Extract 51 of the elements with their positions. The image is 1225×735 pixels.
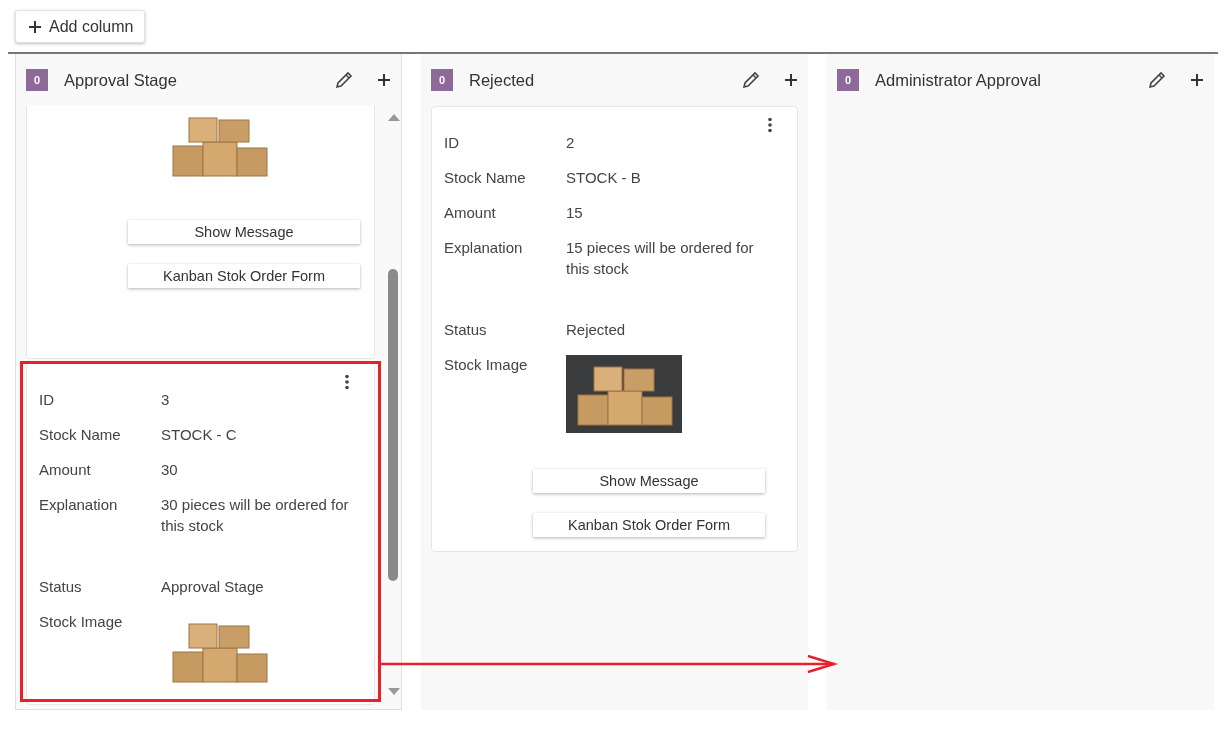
field-label: Explanation [39, 495, 119, 515]
card-action-button[interactable]: Show Message [128, 220, 360, 244]
field-value: Approval Stage [161, 577, 265, 597]
field-label: Stock Name [444, 168, 527, 188]
field-label: Stock Image [444, 355, 529, 375]
field-value: 30 pieces will be ordered for this stock [161, 495, 350, 536]
edit-column-button[interactable] [1148, 71, 1166, 89]
field-label: Amount [444, 203, 497, 223]
plus-icon [28, 19, 42, 34]
plus-icon [784, 73, 798, 87]
field-value: 15 [566, 203, 584, 223]
field-value: Rejected [566, 320, 627, 340]
field-label: Explanation [444, 238, 524, 258]
field-label: Stock Image [39, 612, 124, 632]
pencil-icon [335, 71, 353, 89]
pencil-icon [742, 71, 760, 89]
kebab-menu-icon [344, 374, 350, 390]
field-label: ID [39, 390, 55, 410]
add-card-button[interactable] [784, 73, 798, 87]
card-action-button[interactable]: Kanban Stok Order Form [128, 264, 360, 288]
field-value: STOCK - C [161, 425, 238, 445]
edit-column-button[interactable] [742, 71, 760, 89]
plus-icon [1190, 73, 1204, 87]
card-action-button[interactable]: Show Message [533, 469, 765, 493]
pencil-icon [1148, 71, 1166, 89]
count-badge: 0 [431, 69, 453, 91]
field-value: 30 [161, 460, 179, 480]
card-action-button[interactable]: Kanban Stok Order Form [533, 513, 765, 537]
field-value: 3 [161, 390, 171, 410]
field-value: 2 [566, 133, 576, 153]
plus-icon [377, 73, 391, 87]
add-column-button[interactable]: Add column [15, 10, 145, 43]
add-card-button[interactable] [1190, 73, 1204, 87]
field-label: Status [39, 577, 83, 597]
scroll-up-icon[interactable] [388, 114, 400, 121]
field-value: STOCK - B [566, 168, 642, 188]
field-label: Amount [39, 460, 92, 480]
scroll-down-icon[interactable] [388, 688, 400, 695]
column-title: Rejected [469, 70, 536, 90]
field-label: Status [444, 320, 488, 340]
add-card-button[interactable] [377, 73, 391, 87]
column-title: Approval Stage [64, 70, 178, 90]
edit-column-button[interactable] [335, 71, 353, 89]
column-title: Administrator Approval [875, 70, 1042, 90]
field-label: ID [444, 133, 460, 153]
field-value: 15 pieces will be ordered for this stock [566, 238, 755, 279]
kebab-menu-icon [767, 117, 773, 133]
count-badge: 0 [26, 69, 48, 91]
field-label: Stock Name [39, 425, 122, 445]
scrollbar-thumb[interactable] [388, 269, 398, 581]
count-badge: 0 [837, 69, 859, 91]
